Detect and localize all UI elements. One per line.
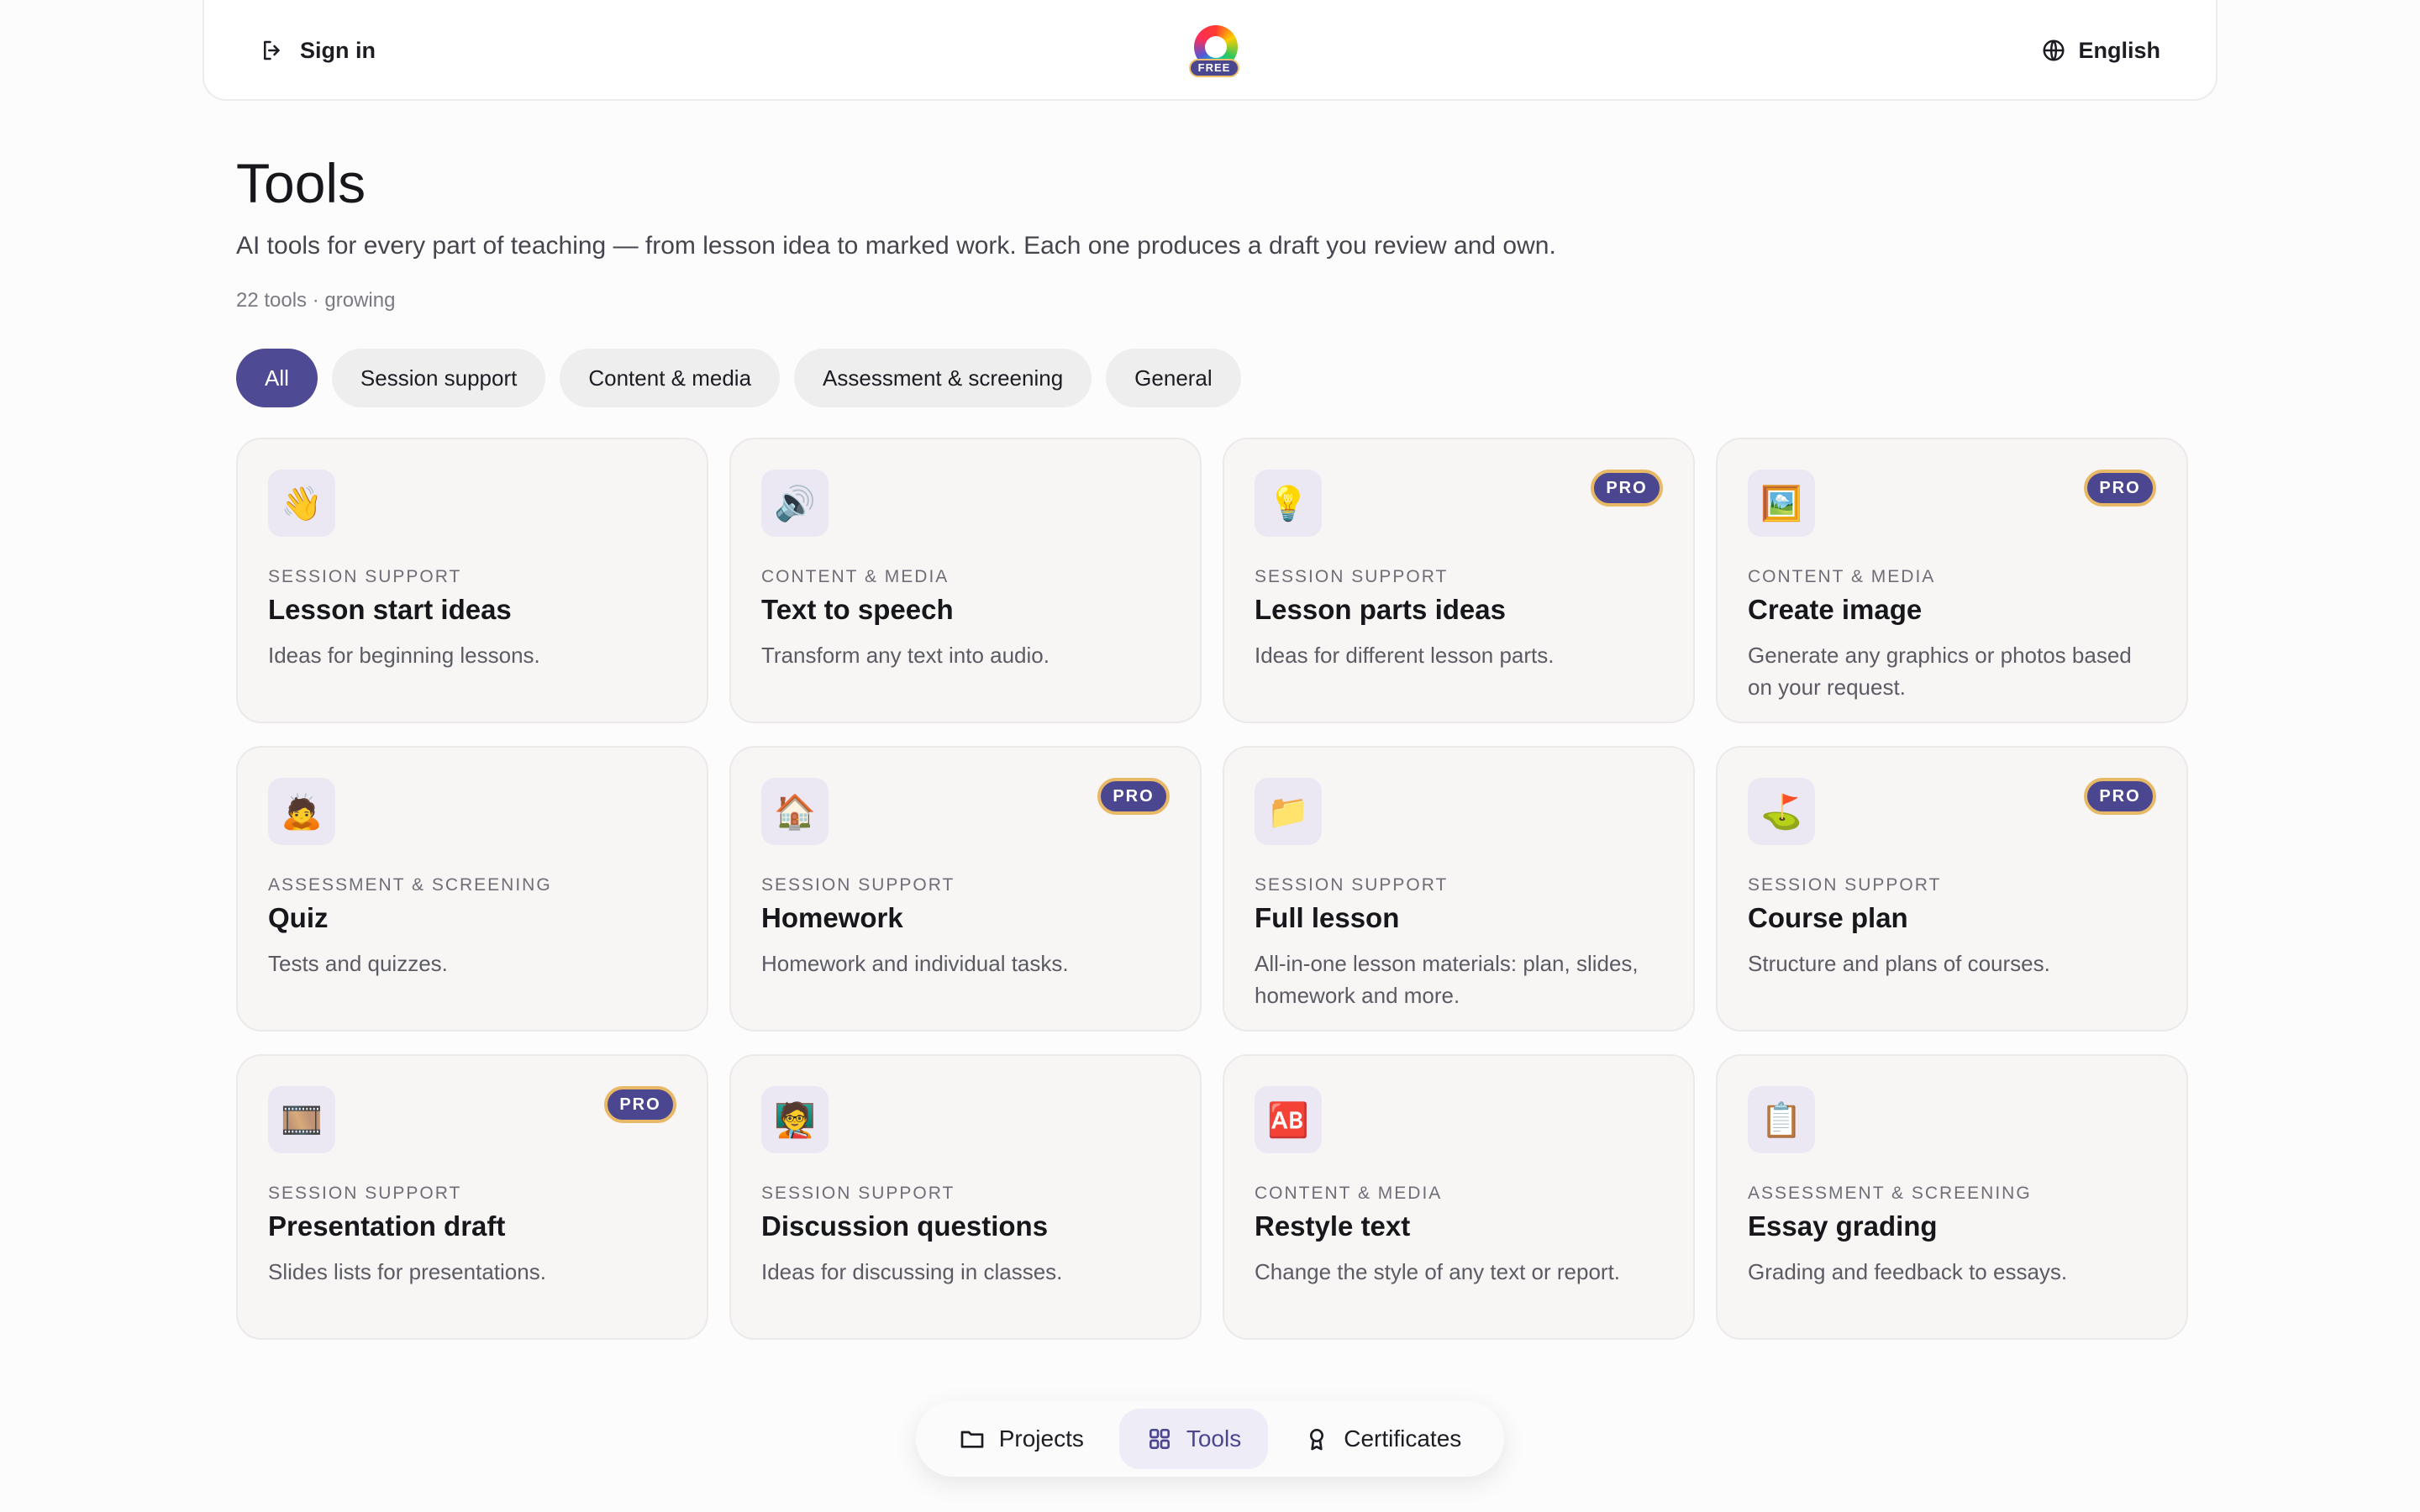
filter-chip-label: General	[1134, 365, 1213, 391]
tools-grid: 👋 SESSION SUPPORT Lesson start ideas Ideas …	[236, 438, 2188, 1340]
pro-badge: PRO	[1591, 470, 1663, 507]
bowing-person-icon: 🙇	[268, 778, 335, 845]
tool-description: Grading and feedback to essays.	[1748, 1259, 2068, 1284]
pro-badge: PRO	[604, 1086, 676, 1123]
tool-name: Quiz	[268, 902, 329, 933]
framed-picture-icon: 🖼️	[1748, 470, 1815, 537]
tool-category: ASSESSMENT & SCREENING	[1748, 1184, 2032, 1203]
filter-chip-label: Assessment & screening	[823, 365, 1064, 391]
category-filters: All Session support Content & media Asse…	[236, 349, 1241, 407]
bottom-nav: Projects Tools Certificates	[916, 1401, 1504, 1477]
clipboard-icon: 📋	[1748, 1086, 1815, 1153]
tool-description: Change the style of any text or report.	[1255, 1259, 1621, 1284]
tool-name: Restyle text	[1255, 1210, 1411, 1242]
filter-chip-all[interactable]: All	[236, 349, 318, 407]
sign-in-button[interactable]: Sign in	[260, 32, 376, 69]
page-subtitle: AI tools for every part of teaching — fr…	[236, 232, 1556, 260]
tool-name: Full lesson	[1255, 902, 1400, 933]
pro-badge: PRO	[1097, 778, 1170, 815]
tool-count: 22 tools · growing	[236, 289, 396, 312]
folder-icon: 📁	[1255, 778, 1322, 845]
tool-description: All-in-one lesson materials: plan, slide…	[1255, 951, 1639, 1008]
tool-description: Structure and plans of courses.	[1748, 951, 2050, 976]
tool-card[interactable]: 🆎 CONTENT & MEDIA Restyle text Change the s…	[1223, 1054, 1695, 1340]
nav-tools[interactable]: Tools	[1118, 1409, 1269, 1469]
tool-category: SESSION SUPPORT	[761, 1184, 955, 1203]
filter-chip-general[interactable]: General	[1106, 349, 1241, 407]
nav-label: Certificates	[1344, 1425, 1462, 1452]
tool-category: SESSION SUPPORT	[1255, 567, 1449, 586]
tool-card[interactable]: 💡 SESSION SUPPORT Lesson parts ideas Ideas …	[1223, 438, 1695, 723]
light-bulb-icon: 💡	[1255, 470, 1322, 537]
page-title: Tools	[236, 152, 366, 214]
folder-icon	[960, 1431, 984, 1448]
tool-description: Transform any text into audio.	[761, 643, 1050, 668]
tool-category: CONTENT & MEDIA	[761, 567, 950, 586]
tool-description: Homework and individual tasks.	[761, 951, 1069, 976]
tool-category: CONTENT & MEDIA	[1255, 1184, 1443, 1203]
tool-name: Presentation draft	[268, 1210, 506, 1242]
tool-name: Lesson start ideas	[268, 594, 512, 625]
app-logo[interactable]: FREE	[1189, 25, 1243, 84]
tool-name: Lesson parts ideas	[1255, 594, 1506, 625]
speaker-icon: 🔊	[761, 470, 829, 537]
tool-category: SESSION SUPPORT	[761, 875, 955, 895]
nav-certificates[interactable]: Certificates	[1276, 1409, 1488, 1469]
filter-chip-assessment-screening[interactable]: Assessment & screening	[794, 349, 1092, 407]
tool-category: SESSION SUPPORT	[268, 567, 462, 586]
tool-name: Text to speech	[761, 594, 954, 625]
language-selector[interactable]: English	[2041, 32, 2160, 69]
sign-in-icon	[264, 40, 280, 60]
house-icon: 🏠	[761, 778, 829, 845]
tool-card[interactable]: 🧑‍🏫 SESSION SUPPORT Discussion questions Id…	[729, 1054, 1202, 1340]
golf-flag-icon: ⛳	[1748, 778, 1815, 845]
tool-description: Slides lists for presentations.	[268, 1259, 546, 1284]
tool-card[interactable]: 📋 ASSESSMENT & SCREENING Essay grading Grad…	[1716, 1054, 2188, 1340]
filter-chip-label: All	[265, 365, 289, 391]
tool-description: Ideas for different lesson parts.	[1255, 643, 1555, 668]
tool-card[interactable]: ⛳ SESSION SUPPORT Course plan Structure and…	[1716, 746, 2188, 1032]
nav-label: Tools	[1186, 1425, 1242, 1452]
tool-description: Generate any graphics or photos based on…	[1748, 643, 2132, 700]
tool-card[interactable]: 👋 SESSION SUPPORT Lesson start ideas Ideas …	[236, 438, 708, 723]
sign-in-label: Sign in	[300, 37, 376, 63]
tool-category: SESSION SUPPORT	[1255, 875, 1449, 895]
teacher-icon: 🧑‍🏫	[761, 1086, 829, 1153]
nav-projects[interactable]: Projects	[932, 1409, 1111, 1469]
top-bar: Sign in FREE English	[203, 0, 2217, 101]
tool-description: Ideas for beginning lessons.	[268, 643, 540, 668]
pro-badge: PRO	[2084, 470, 2156, 507]
waving-hand-icon: 👋	[268, 470, 335, 537]
grid-icon	[1149, 1429, 1170, 1449]
tool-name: Essay grading	[1748, 1210, 1938, 1242]
globe-icon	[2043, 39, 2065, 61]
plan-badge: FREE	[1189, 59, 1239, 77]
film-frames-icon: 🎞️	[268, 1086, 335, 1153]
tool-name: Course plan	[1748, 902, 1908, 933]
tool-card[interactable]: 🙇 ASSESSMENT & SCREENING Quiz Tests and qui…	[236, 746, 708, 1032]
filter-chip-content-media[interactable]: Content & media	[560, 349, 781, 407]
tool-card[interactable]: 🖼️ CONTENT & MEDIA Create image Generate an…	[1716, 438, 2188, 723]
tool-description: Tests and quizzes.	[268, 951, 448, 976]
tool-category: CONTENT & MEDIA	[1748, 567, 1936, 586]
filter-chip-session-support[interactable]: Session support	[331, 349, 546, 407]
pro-badge: PRO	[2084, 778, 2156, 815]
tool-category: SESSION SUPPORT	[1748, 875, 1942, 895]
tool-name: Create image	[1748, 594, 1923, 625]
tool-category: SESSION SUPPORT	[268, 1184, 462, 1203]
tool-name: Discussion questions	[761, 1210, 1049, 1242]
filter-chip-label: Session support	[360, 365, 518, 391]
tool-card[interactable]: 📁 SESSION SUPPORT Full lesson All-in-one le…	[1223, 746, 1695, 1032]
tool-name: Homework	[761, 902, 903, 933]
tool-description: Ideas for discussing in classes.	[761, 1259, 1063, 1284]
ab-button-icon: 🆎	[1255, 1086, 1322, 1153]
tool-card[interactable]: 🔊 CONTENT & MEDIA Text to speech Transform …	[729, 438, 1202, 723]
language-label: English	[2078, 37, 2160, 63]
award-icon	[1310, 1429, 1324, 1451]
nav-label: Projects	[998, 1425, 1084, 1452]
tool-card[interactable]: 🏠 SESSION SUPPORT Homework Homework and ind…	[729, 746, 1202, 1032]
filter-chip-label: Content & media	[588, 365, 752, 391]
tool-card[interactable]: 🎞️ SESSION SUPPORT Presentation draft Slide…	[236, 1054, 708, 1340]
tool-category: ASSESSMENT & SCREENING	[268, 875, 552, 895]
